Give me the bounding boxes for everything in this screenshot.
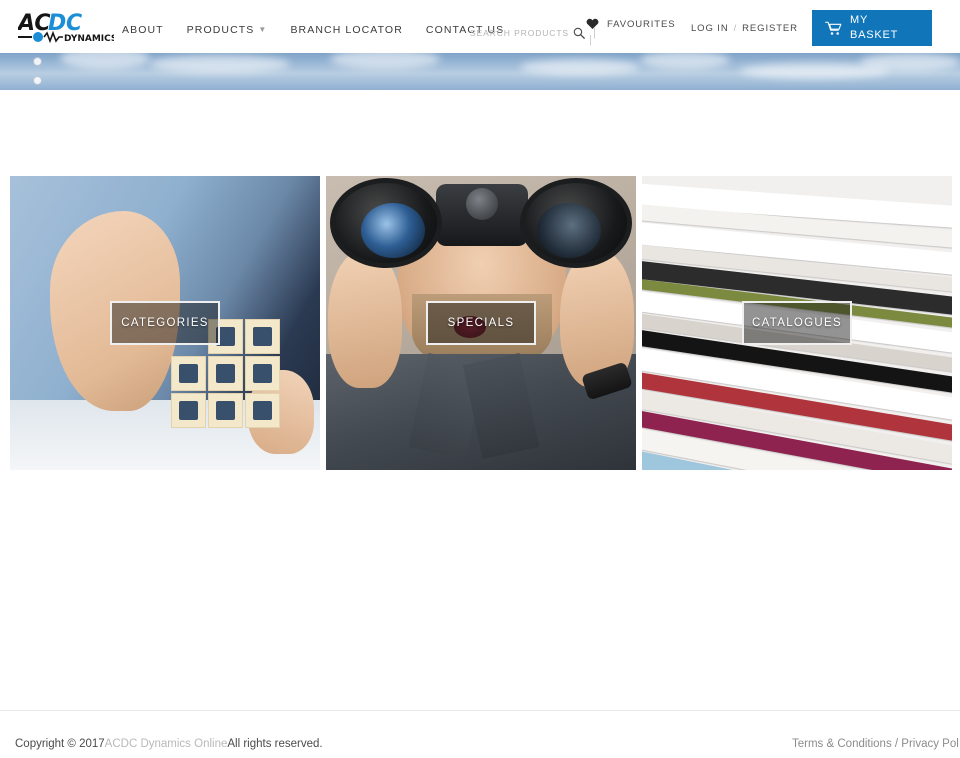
favourites-label: FAVOURITES [607,18,676,30]
nav-label: ABOUT [122,24,164,36]
cloud-shape [520,59,640,75]
cloud-shape [60,53,150,69]
register-label: REGISTER [742,23,798,34]
copyright-bar: Copyright © 2017ACDC Dynamics OnlineAll … [0,710,960,758]
nav-item-about[interactable]: ABOUT [122,24,164,36]
svg-text:DYNAMICS: DYNAMICS [64,34,114,44]
catalogues-card-label-plate: CATALOGUES [742,301,852,345]
site-header: AC D C DYNAMICS ABOUT PRODUCTS ▼ BRANCH L… [0,0,960,53]
copyright-suffix: All rights reserved. [227,738,323,750]
nav-item-products[interactable]: PRODUCTS ▼ [187,24,268,36]
promo-card-label: SPECIALS [447,317,515,329]
specials-card-label-plate: SPECIALS [426,301,536,345]
register-link[interactable]: REGISTER [742,23,798,34]
nav-label: PRODUCTS [186,24,255,36]
categories-card-label-plate: CATEGORIES [110,301,220,345]
nav-item-branch-locator[interactable]: BRANCH LOCATOR [290,24,402,36]
slider-dots [33,57,42,90]
search-input[interactable]: SEARCH PRODUCTS [470,28,569,38]
my-basket-button[interactable]: MY BASKET [812,10,932,46]
promo-card-label: CATALOGUES [752,317,842,329]
shopping-cart-icon [825,21,842,35]
svg-text:D: D [48,12,66,36]
account-separator: / [733,23,738,34]
promo-card-label: CATEGORIES [121,317,209,329]
copyright-prefix: Copyright © 2017 [15,738,105,750]
hero-banner-slider[interactable] [0,53,960,90]
slider-dot-2[interactable] [33,76,42,85]
legal-links: Terms & Conditions / Privacy Pol [792,738,959,750]
site-logo[interactable]: AC D C DYNAMICS [16,11,117,44]
copyright-text: Copyright © 2017ACDC Dynamics OnlineAll … [15,738,323,750]
promo-card-catalogues[interactable]: CATALOGUES [642,176,952,470]
product-search[interactable]: SEARCH PRODUCTS | [470,27,596,39]
acdc-dynamics-logo-icon: AC D C DYNAMICS [16,11,117,44]
cloud-shape [860,53,960,71]
chevron-down-icon: ▼ [258,25,268,34]
login-label: LOG IN [691,23,729,34]
svg-text:AC: AC [18,12,51,36]
cloud-shape [150,55,290,73]
favourites-link[interactable]: FAVOURITES [586,18,675,30]
search-icon[interactable] [573,27,585,39]
favourites-divider: | [589,34,592,46]
cloud-shape [330,53,440,69]
heart-icon [586,18,599,30]
slider-dot-1[interactable] [33,57,42,66]
login-link[interactable]: LOG IN [691,23,729,34]
promo-card-specials[interactable]: SPECIALS [326,176,636,470]
svg-text:C: C [66,12,82,36]
nav-label: BRANCH LOCATOR [290,24,403,36]
account-links: LOG IN / REGISTER [691,20,811,38]
terms-privacy-link[interactable]: Terms & Conditions / Privacy Pol [792,738,959,750]
cloud-shape [640,53,730,69]
promo-card-categories[interactable]: CATEGORIES [10,176,320,470]
main-navigation: ABOUT PRODUCTS ▼ BRANCH LOCATOR CONTACT U… [122,24,504,36]
copyright-company: ACDC Dynamics Online [104,738,228,750]
promo-cards: CATEGORIES SPECIALS CATALOGUES [0,90,960,470]
my-basket-label: MY BASKET [850,14,899,41]
